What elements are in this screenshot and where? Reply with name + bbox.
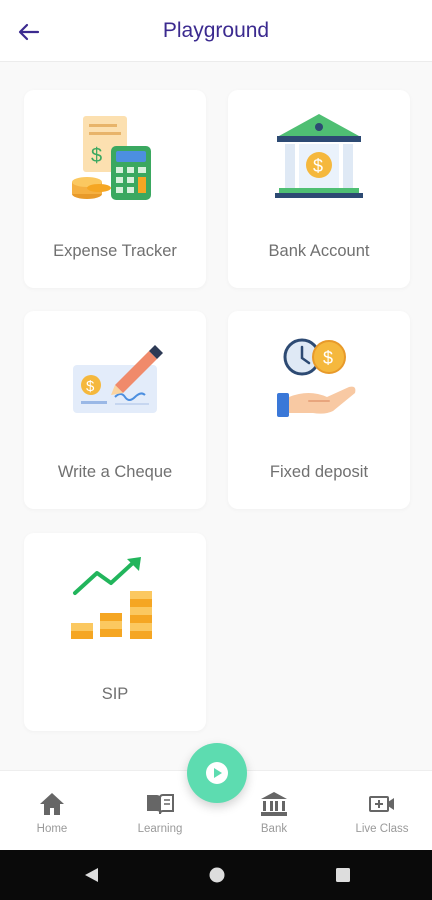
svg-text:$: $ <box>313 156 323 176</box>
system-back-button[interactable] <box>82 866 100 889</box>
nav-live-class[interactable]: Live Class <box>342 789 422 835</box>
recents-square-icon <box>336 868 350 882</box>
app-header: Playground <box>0 0 432 62</box>
play-button[interactable] <box>187 743 247 803</box>
card-label: Fixed deposit <box>269 463 369 481</box>
calculator-receipt-icon: $ <box>24 110 206 222</box>
home-circle-icon <box>209 867 225 883</box>
page-title: Playground <box>162 19 270 42</box>
system-recents-button[interactable] <box>334 866 352 889</box>
card-label: SIP <box>101 685 129 703</box>
svg-text:$: $ <box>323 348 333 368</box>
system-navigation-bar <box>0 850 432 900</box>
clock-coin-hand-icon: $ <box>228 331 410 443</box>
nav-label: Live Class <box>355 823 409 835</box>
play-icon <box>206 762 228 784</box>
home-icon <box>40 793 64 815</box>
card-bank-account[interactable]: $ Bank Account <box>228 90 410 288</box>
card-write-a-cheque[interactable]: $ Write a Cheque <box>24 311 206 509</box>
bank-icon <box>261 792 287 816</box>
nav-label: Bank <box>260 823 288 835</box>
card-label: Write a Cheque <box>57 463 173 481</box>
nav-label: Home <box>36 823 68 835</box>
card-fixed-deposit[interactable]: $ Fixed deposit <box>228 311 410 509</box>
card-expense-tracker[interactable]: $ Expense Tracker <box>24 90 206 288</box>
svg-text:$: $ <box>91 145 102 167</box>
cheque-pen-icon: $ <box>24 331 206 443</box>
nav-label: Learning <box>137 823 183 835</box>
back-triangle-icon <box>85 868 98 882</box>
book-icon <box>147 794 174 815</box>
growth-chart-coins-icon <box>24 553 206 665</box>
system-home-button[interactable] <box>208 866 226 889</box>
bank-building-icon: $ <box>228 110 410 222</box>
nav-bank[interactable]: Bank <box>234 789 314 835</box>
card-label: Bank Account <box>268 242 370 260</box>
nav-home[interactable]: Home <box>12 789 92 835</box>
video-plus-icon <box>369 796 394 812</box>
card-sip[interactable]: SIP <box>24 533 206 731</box>
svg-text:$: $ <box>86 378 95 395</box>
nav-learning[interactable]: Learning <box>120 789 200 835</box>
card-label: Expense Tracker <box>53 242 177 260</box>
